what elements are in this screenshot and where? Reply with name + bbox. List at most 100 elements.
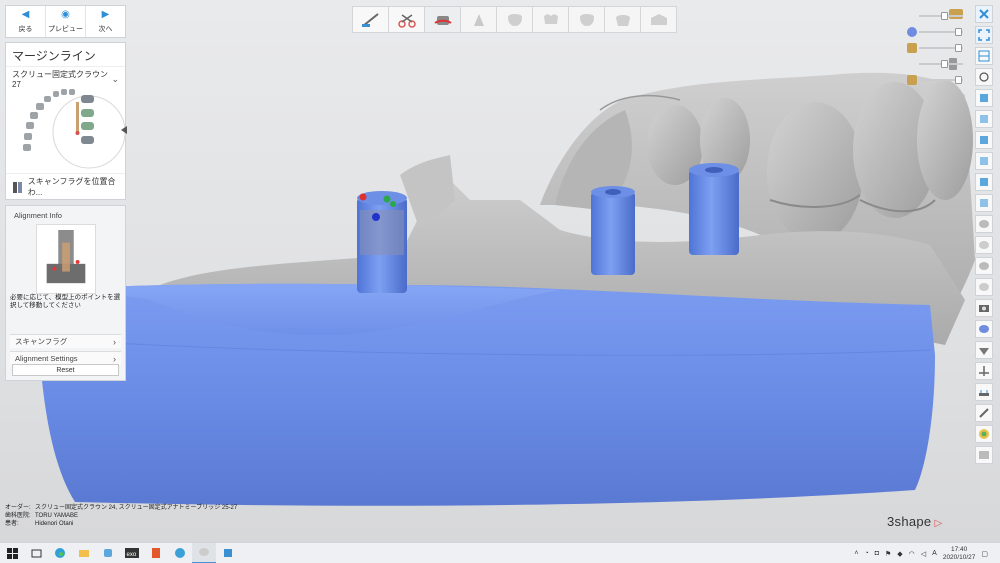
next-button[interactable]: ▶ 次へ (86, 6, 125, 37)
slider-knob[interactable] (955, 44, 962, 52)
tooth-chart[interactable] (21, 87, 131, 173)
slider-knob[interactable] (941, 60, 948, 68)
step-bridge-button[interactable] (640, 6, 677, 33)
tooth-outline-icon (507, 13, 522, 26)
network-icon[interactable]: ◔ (865, 550, 869, 557)
start-button[interactable] (0, 543, 24, 563)
slider-row-5[interactable] (905, 72, 971, 88)
chevron-up-icon[interactable]: ˄ (854, 550, 858, 557)
camera-button[interactable] (975, 299, 993, 317)
app-icon (175, 548, 185, 558)
view-preset-10-button[interactable] (975, 278, 993, 296)
alignment-preview-image (36, 224, 96, 294)
taskbar-3shape[interactable] (192, 542, 216, 563)
wifi-icon[interactable]: ◠ (909, 550, 915, 558)
3d-model-viewport[interactable] (0, 0, 1000, 542)
taskbar-explorer[interactable] (72, 543, 96, 563)
slider-row-1[interactable] (905, 8, 971, 24)
view-preset-7-button[interactable] (975, 215, 993, 233)
clinic-value: TORU YAMABE (35, 513, 79, 519)
clock[interactable]: 17:40 2020/10/27 (943, 546, 976, 562)
view-preset-6-button[interactable] (975, 194, 993, 212)
ime-indicator[interactable]: A (932, 550, 937, 557)
step-connector-button[interactable] (568, 6, 605, 33)
folder-icon (79, 550, 89, 557)
margin-line-icon (433, 15, 452, 25)
taskbar-app-1[interactable] (96, 543, 120, 563)
app-icon (224, 549, 232, 557)
step-crown-button[interactable] (604, 6, 641, 33)
taskbar-app-2[interactable] (168, 543, 192, 563)
step-anatomy-button[interactable] (496, 6, 533, 33)
alignment-settings-section[interactable]: Alignment Settings › (10, 351, 121, 365)
taskbar-office[interactable] (144, 543, 168, 563)
view-preset-9-button[interactable] (975, 257, 993, 275)
color-model-button[interactable] (975, 320, 993, 338)
workflow-toolbar (352, 6, 677, 33)
transparency-button[interactable] (975, 341, 993, 359)
slider-knob[interactable] (941, 12, 948, 20)
scanflag-section[interactable]: スキャンフラグ › (10, 334, 121, 348)
taskbar-edge[interactable] (48, 543, 72, 563)
screenshot-button[interactable] (975, 446, 993, 464)
annotation-button[interactable] (975, 404, 993, 422)
view-preset-2-button[interactable] (975, 110, 993, 128)
measure-button[interactable] (975, 383, 993, 401)
step-margin-line-button[interactable] (424, 6, 461, 33)
view-preset-5-button[interactable] (975, 173, 993, 191)
back-button[interactable]: ◀ 戻る (6, 6, 46, 37)
task-view-button[interactable] (24, 543, 48, 563)
model-sphere-icon (907, 27, 917, 37)
slider-row-4[interactable] (905, 56, 971, 72)
color-wheel-icon (979, 429, 989, 439)
taskbar-exocad[interactable]: exo (120, 543, 144, 563)
patient-value: Hidenori Otani (35, 521, 74, 527)
step-sculpt-button[interactable] (532, 6, 569, 33)
color-palette-button[interactable] (975, 425, 993, 443)
screenshot-icon (979, 451, 989, 459)
step-insertion-button[interactable] (460, 6, 497, 33)
section-view-button[interactable] (975, 47, 993, 65)
scalpel-icon (361, 12, 379, 27)
jaw-view-icon (979, 262, 989, 270)
chevron-right-icon: › (113, 353, 116, 364)
clipping-button[interactable] (975, 362, 993, 380)
scan-post-24[interactable] (357, 191, 407, 293)
slider-knob[interactable] (955, 28, 962, 36)
visibility-sliders (905, 8, 971, 88)
step-prepare-button[interactable] (352, 6, 389, 33)
rotate-view-button[interactable] (975, 68, 993, 86)
volume-icon[interactable]: ◁ (921, 550, 926, 558)
view-preset-4-button[interactable] (975, 152, 993, 170)
panel-title: マージンライン (12, 49, 96, 63)
order-row: オーダー: スクリュー固定式クラウン 24, スクリュー固定式アナトミーブリッジ … (5, 504, 237, 512)
slider-row-3[interactable] (905, 40, 971, 56)
align-scanflag-row[interactable]: スキャンフラグを位置合わ... (6, 173, 125, 199)
shield-icon[interactable]: ◆ (897, 550, 902, 558)
taskbar-app-3[interactable] (216, 543, 240, 563)
align-scanflag-label: スキャンフラグを位置合わ... (27, 176, 116, 197)
order-value: スクリュー固定式クラウン 24, スクリュー固定式アナトミーブリッジ 25-27 (35, 505, 238, 511)
scan-post-27[interactable] (689, 163, 739, 255)
preview-button[interactable]: ◉ プレビュー (46, 6, 86, 37)
view-preset-1-button[interactable] (975, 89, 993, 107)
bridge-icon (650, 13, 667, 25)
cube-top-icon (980, 136, 988, 144)
slider-row-2[interactable] (905, 24, 971, 40)
step-cut-button[interactable] (388, 6, 425, 33)
notification-icon[interactable]: ▢ (981, 550, 988, 558)
blue-model-base (40, 283, 935, 506)
scan-post-25[interactable] (591, 186, 635, 275)
insertion-icon (473, 13, 484, 26)
fit-view-button[interactable] (975, 26, 993, 44)
scissors-icon (397, 13, 416, 28)
slider-knob[interactable] (955, 76, 962, 84)
view-preset-8-button[interactable] (975, 236, 993, 254)
flag-icon[interactable]: ⚑ (885, 550, 891, 558)
close-view-button[interactable] (975, 5, 993, 23)
expand-icon (978, 29, 990, 41)
camera-icon[interactable]: ◘ (875, 550, 879, 557)
view-preset-3-button[interactable] (975, 131, 993, 149)
reset-button[interactable]: Reset (12, 364, 119, 376)
dental-system-icon (199, 548, 209, 556)
